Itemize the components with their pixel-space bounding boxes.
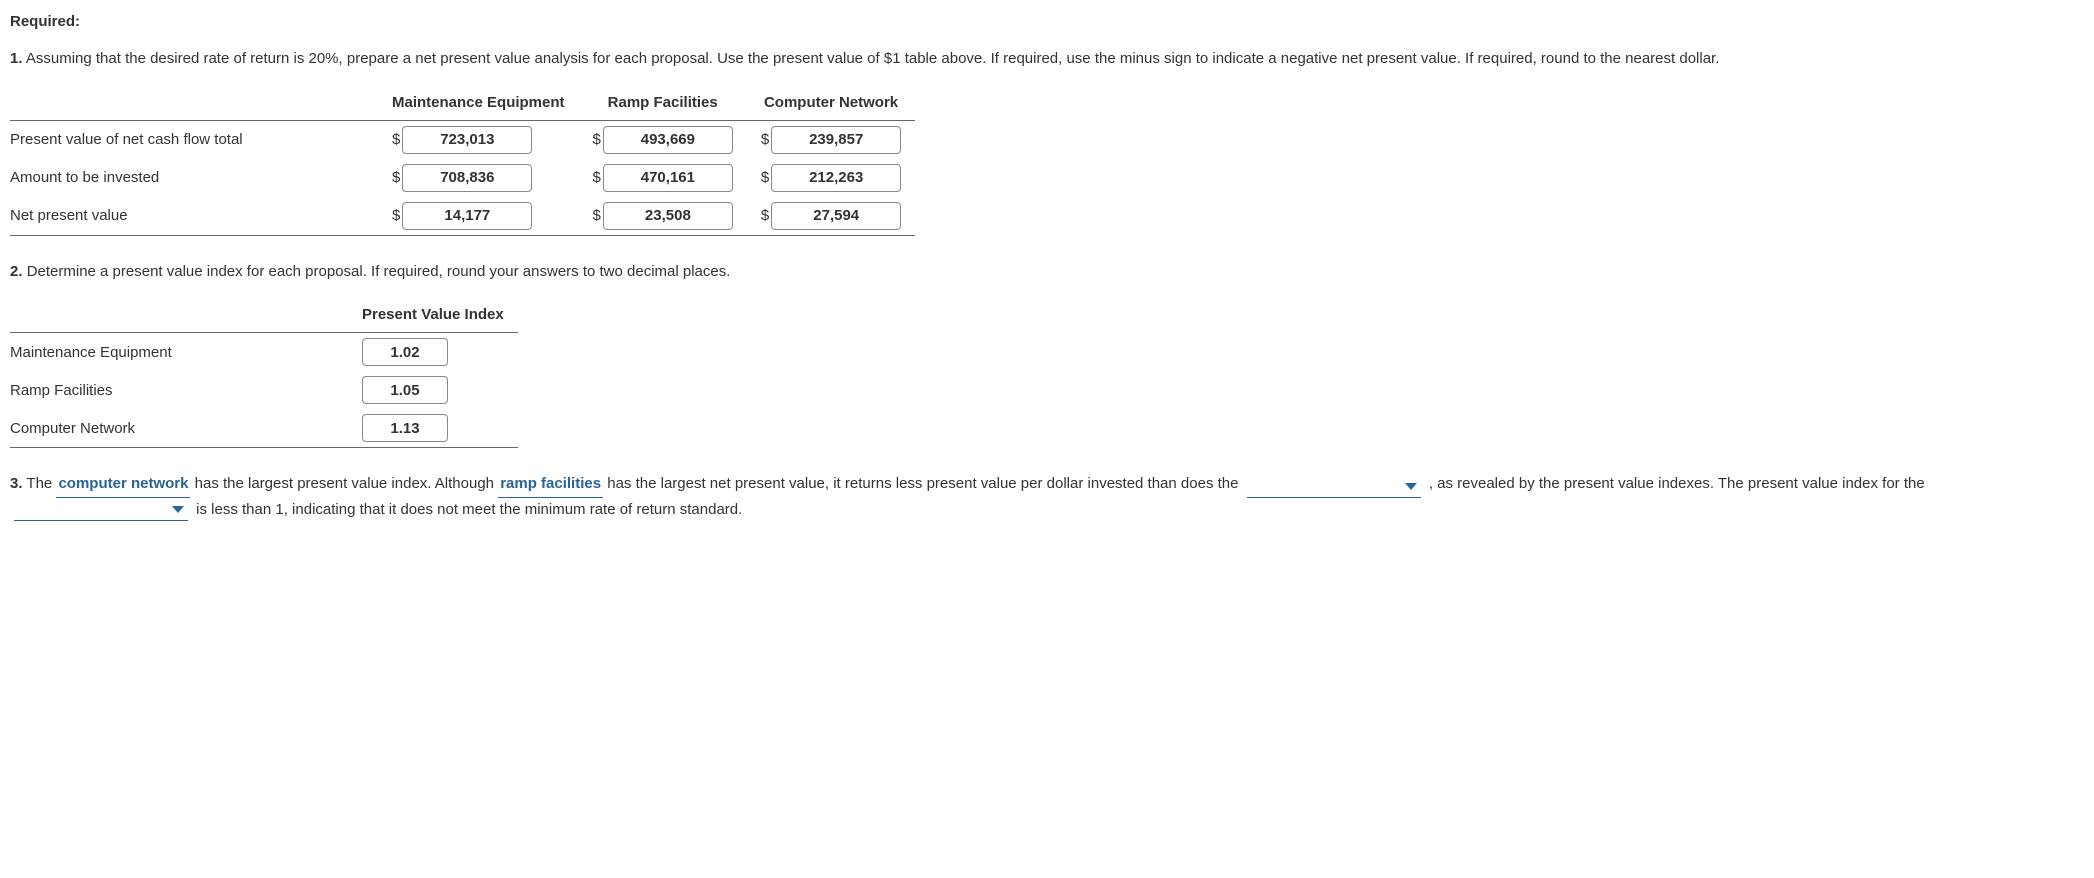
- amount-invested-computer-input[interactable]: [771, 164, 901, 192]
- table-row: Computer Network: [10, 409, 518, 448]
- amount-invested-ramp-input[interactable]: [603, 164, 733, 192]
- pv-total-ramp-input[interactable]: [603, 126, 733, 154]
- row-label-npv: Net present value: [10, 197, 378, 236]
- pv-total-computer-input[interactable]: [771, 126, 901, 154]
- question-1: 1. Assuming that the desired rate of ret…: [10, 47, 2084, 70]
- question-3: 3. The computer network has the largest …: [10, 472, 2084, 521]
- npv-table: Maintenance Equipment Ramp Facilities Co…: [10, 85, 915, 236]
- row-label-computer: Computer Network: [10, 409, 348, 448]
- q1-number: 1.: [10, 50, 23, 67]
- currency-symbol: $: [761, 128, 769, 151]
- pvi-computer-input[interactable]: [362, 414, 448, 442]
- table-row: Amount to be invested $ $ $: [10, 159, 915, 197]
- pv-total-maintenance-input[interactable]: [402, 126, 532, 154]
- pvi-table: Present Value Index Maintenance Equipmen…: [10, 297, 518, 448]
- row-label-amount-invested: Amount to be invested: [10, 159, 378, 197]
- q1-text: Assuming that the desired rate of return…: [26, 50, 1720, 67]
- q3-answer-largest-pvi[interactable]: computer network: [56, 472, 190, 497]
- currency-symbol: $: [761, 204, 769, 227]
- currency-symbol: $: [593, 204, 601, 227]
- currency-symbol: $: [392, 166, 400, 189]
- currency-symbol: $: [593, 128, 601, 151]
- q3-text-2: has the largest present value index. Alt…: [195, 475, 499, 492]
- caret-down-icon: [1405, 483, 1417, 490]
- q3-dropdown-2[interactable]: [14, 500, 188, 521]
- q2-number: 2.: [10, 263, 23, 280]
- table-row: Present value of net cash flow total $ $…: [10, 120, 915, 159]
- row-label-ramp: Ramp Facilities: [10, 371, 348, 409]
- col-maintenance-equipment: Maintenance Equipment: [378, 85, 579, 121]
- q3-answer-largest-npv[interactable]: ramp facilities: [498, 472, 603, 497]
- table-row: Maintenance Equipment: [10, 333, 518, 372]
- npv-ramp-input[interactable]: [603, 202, 733, 230]
- col-computer-network: Computer Network: [747, 85, 915, 121]
- npv-computer-input[interactable]: [771, 202, 901, 230]
- amount-invested-maintenance-input[interactable]: [402, 164, 532, 192]
- q2-text: Determine a present value index for each…: [27, 263, 731, 280]
- currency-symbol: $: [392, 128, 400, 151]
- table-row: Ramp Facilities: [10, 371, 518, 409]
- currency-symbol: $: [593, 166, 601, 189]
- q3-text-5: is less than 1, indicating that it does …: [196, 501, 742, 518]
- pvi-ramp-input[interactable]: [362, 376, 448, 404]
- col-ramp-facilities: Ramp Facilities: [579, 85, 747, 121]
- caret-down-icon: [172, 506, 184, 513]
- question-2: 2. Determine a present value index for e…: [10, 260, 2084, 283]
- q3-text-1: The: [26, 475, 56, 492]
- currency-symbol: $: [761, 166, 769, 189]
- pvi-maintenance-input[interactable]: [362, 338, 448, 366]
- q3-number: 3.: [10, 475, 23, 492]
- currency-symbol: $: [392, 204, 400, 227]
- q3-text-3: has the largest net present value, it re…: [607, 475, 1242, 492]
- row-label-maintenance: Maintenance Equipment: [10, 333, 348, 372]
- npv-maintenance-input[interactable]: [402, 202, 532, 230]
- q3-dropdown-1[interactable]: [1247, 477, 1421, 498]
- q3-text-4: , as revealed by the present value index…: [1429, 475, 1925, 492]
- table-row: Net present value $ $ $: [10, 197, 915, 236]
- required-heading: Required:: [10, 10, 2084, 33]
- row-label-pv-total: Present value of net cash flow total: [10, 120, 378, 159]
- col-pvi: Present Value Index: [348, 297, 518, 333]
